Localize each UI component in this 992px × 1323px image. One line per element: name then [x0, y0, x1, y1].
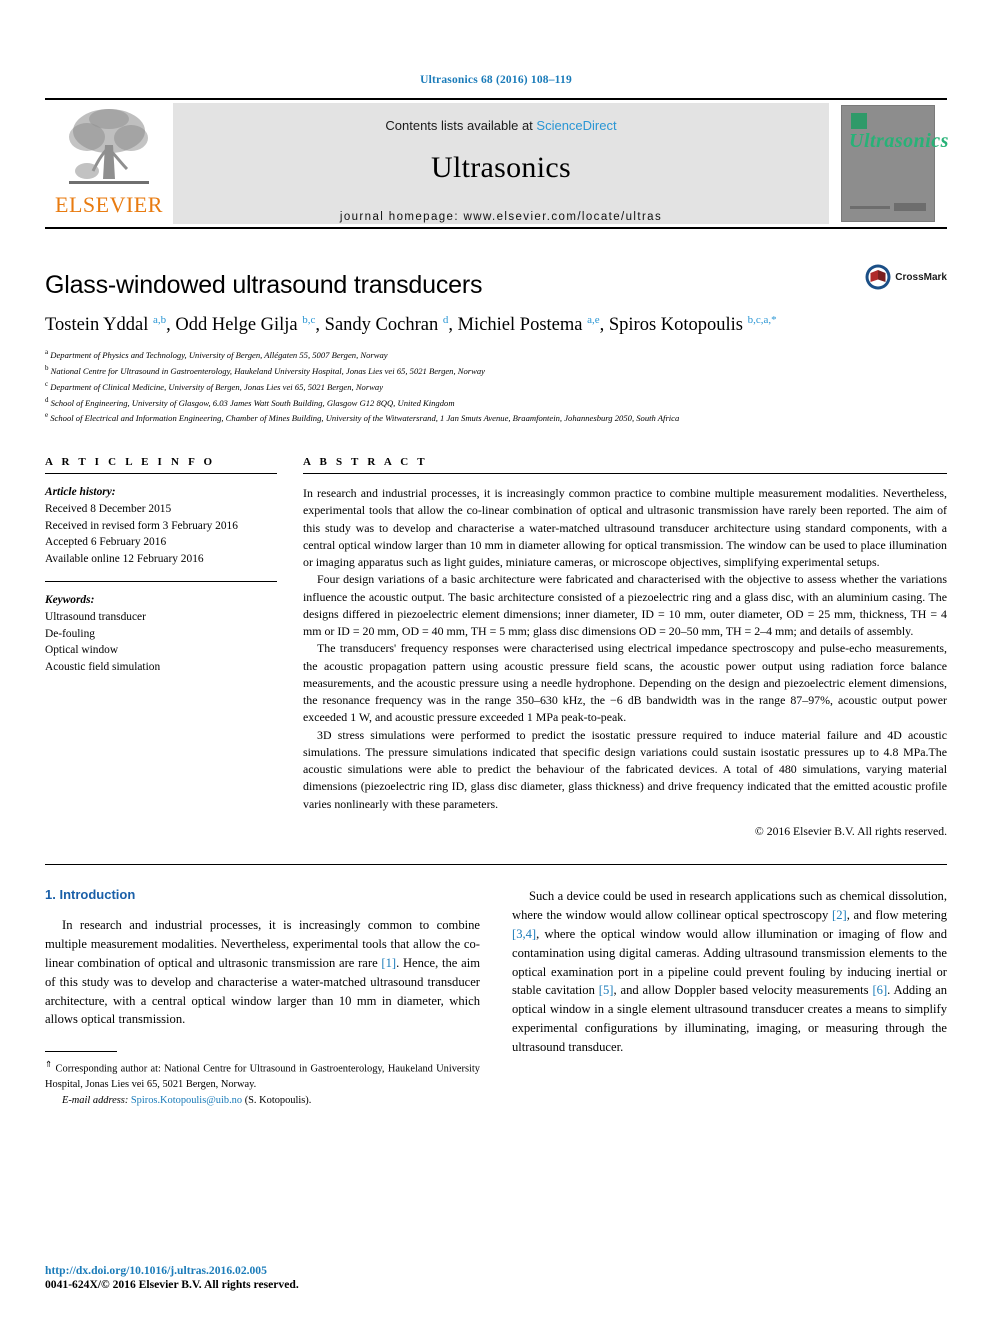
crossmark-icon — [865, 264, 891, 290]
corresponding-author-footnote: ⇑ Corresponding author at: National Cent… — [45, 1051, 480, 1108]
sciencedirect-link[interactable]: ScienceDirect — [536, 118, 616, 133]
keywords-group: Keywords: Ultrasound transducer De-foulin… — [45, 592, 277, 676]
abstract-paragraph: Four design variations of a basic archit… — [303, 572, 947, 639]
cover-decoration-left — [850, 206, 890, 209]
email-address-link[interactable]: Spiros.Kotopoulis@uib.no — [131, 1095, 242, 1106]
journal-cover-thumbnail: Ultrasonics — [829, 100, 949, 227]
article-info-heading: A R T I C L E I N F O — [45, 456, 216, 469]
elsevier-tree-icon — [57, 105, 161, 193]
crossmark-label: CrossMark — [895, 271, 947, 283]
issn-copyright-line: 0041-624X/© 2016 Elsevier B.V. All right… — [45, 1278, 299, 1291]
author-list: Tostein Yddal a,b, Odd Helge Gilja b,c, … — [45, 314, 777, 336]
affiliation-item: e School of Electrical and Information E… — [45, 411, 680, 424]
affiliation-item: c Department of Clinical Medicine, Unive… — [45, 379, 384, 392]
abstract-paragraph: In research and industrial processes, it… — [303, 486, 947, 570]
article-title-block: CrossMark Glass-windowed ultrasound tran… — [45, 229, 947, 426]
list-item: Optical window — [45, 644, 119, 657]
abstract-text: In research and industrial processes, it… — [303, 485, 947, 813]
list-item: Ultrasound transducer — [45, 610, 146, 623]
email-line: E-mail address: Spiros.Kotopoulis@uib.no… — [45, 1093, 480, 1109]
abstract-copyright: © 2016 Elsevier B.V. All rights reserved… — [754, 824, 947, 838]
elsevier-logo: ELSEVIER — [45, 100, 173, 227]
masthead-center-panel: Contents lists available at ScienceDirec… — [173, 103, 829, 224]
cover-journal-title: Ultrasonics — [849, 130, 949, 152]
corresponding-author-text: ⇑ Corresponding author at: National Cent… — [45, 1059, 480, 1091]
crossmark-badge[interactable]: CrossMark — [865, 264, 947, 290]
intro-paragraph-left: In research and industrial processes, it… — [45, 917, 480, 1027]
list-item: Received 8 December 2015 — [45, 502, 172, 515]
journal-article-page: Ultrasonics 68 (2016) 108–119 ELSEVIER C… — [0, 0, 992, 1323]
abstract-paragraph: The transducers' frequency responses wer… — [303, 641, 947, 725]
journal-masthead: ELSEVIER Contents lists available at Sci… — [45, 98, 949, 227]
intro-paragraph-right: Such a device could be used in research … — [512, 888, 948, 1055]
abstract-heading: A B S T R A C T — [303, 456, 428, 469]
list-item: Available online 12 February 2016 — [45, 553, 204, 566]
list-item: Acoustic field simulation — [45, 661, 161, 674]
elsevier-wordmark: ELSEVIER — [55, 192, 163, 217]
body-two-column-region: 1. Introduction In research and industri… — [45, 887, 947, 1109]
journal-running-head: Ultrasonics 68 (2016) 108–119 — [420, 74, 572, 86]
article-history-group: Article history: Received 8 December 201… — [45, 484, 277, 568]
body-column-right: Such a device could be used in research … — [512, 887, 947, 1109]
abstract-rule — [303, 473, 947, 475]
list-item: De-fouling — [45, 627, 95, 640]
journal-title: Ultrasonics — [431, 151, 571, 184]
footnote-rule — [45, 1051, 117, 1053]
article-history-list: Received 8 December 2015 Received in revi… — [45, 501, 277, 568]
article-footer-identifiers: http://dx.doi.org/10.1016/j.ultras.2016.… — [45, 1264, 475, 1291]
article-info-rule — [45, 473, 277, 475]
keywords-separator-rule — [45, 581, 277, 583]
body-separator-rule — [45, 863, 947, 865]
email-owner: (S. Kotopoulis). — [244, 1094, 312, 1106]
keywords-label: Keywords: — [45, 594, 95, 607]
list-item: Accepted 6 February 2016 — [45, 536, 167, 549]
info-abstract-region: A R T I C L E I N F O Article history: R… — [45, 456, 947, 838]
list-item: Received in revised form 3 February 2016 — [45, 519, 238, 532]
contents-available-line: Contents lists available at ScienceDirec… — [385, 118, 616, 133]
affiliation-item: a Department of Physics and Technology, … — [45, 348, 388, 361]
cover-decoration-right — [894, 203, 926, 211]
article-info-column: A R T I C L E I N F O Article history: R… — [45, 456, 277, 838]
body-column-left: 1. Introduction In research and industri… — [45, 887, 480, 1109]
affiliation-item: b National Centre for Ultrasound in Gast… — [45, 364, 485, 376]
abstract-paragraph: 3D stress simulations were performed to … — [303, 727, 947, 811]
cover-elsevier-mark-icon — [851, 113, 867, 129]
contents-prefix-text: Contents lists available at — [385, 118, 537, 133]
keywords-list: Ultrasound transducer De-fouling Optical w… — [45, 609, 277, 676]
abstract-column: A B S T R A C T In research and industri… — [303, 456, 947, 838]
affiliation-list: a Department of Physics and Technology, … — [45, 347, 947, 426]
email-label: E-mail address: — [62, 1094, 129, 1106]
page-title: Glass-windowed ultrasound transducers — [45, 271, 483, 299]
affiliation-item: d School of Engineering, University of G… — [45, 395, 455, 408]
doi-link[interactable]: http://dx.doi.org/10.1016/j.ultras.2016.… — [45, 1264, 475, 1277]
section-title-introduction: 1. Introduction — [45, 886, 136, 902]
article-history-label: Article history: — [45, 486, 116, 499]
journal-homepage-line[interactable]: journal homepage: www.elsevier.com/locat… — [340, 211, 662, 223]
